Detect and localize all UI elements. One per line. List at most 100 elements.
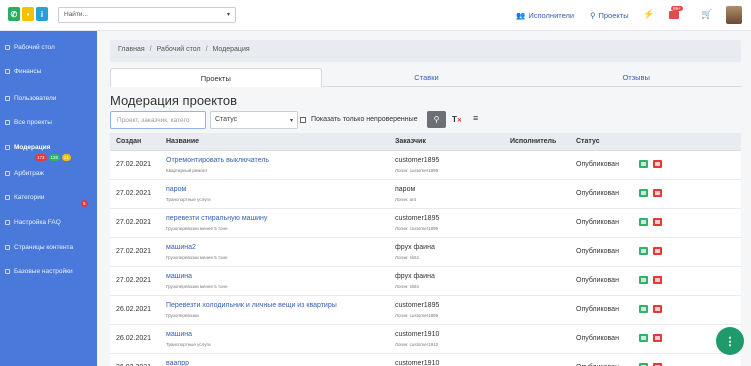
chevron-down-icon: ▾ <box>226 12 230 18</box>
row-category: Транспортные услуги <box>166 197 211 202</box>
sidebar-item-arbitrage[interactable]: Арбитраж <box>5 170 44 177</box>
row-customer: фрух фаина <box>395 244 435 251</box>
row-category: Транспортные услуги <box>166 342 211 347</box>
clear-filter-button[interactable]: T✕ <box>452 115 462 124</box>
phone-icon[interactable]: ✆ <box>8 7 20 21</box>
row-status: Опубликован <box>576 306 619 313</box>
sidebar-item-desktop[interactable]: Рабочий стол <box>5 44 55 51</box>
breadcrumb-home[interactable]: Главная <box>118 46 145 56</box>
arbitrage-icon <box>5 171 10 176</box>
global-search-select[interactable]: Найти... ▾ <box>58 7 236 23</box>
table-row: 27.02.2021 машина2 Грузоперевозки менее 5 … <box>110 238 741 267</box>
header-customer: Заказчик <box>395 138 426 145</box>
row-project-link[interactable]: машина <box>166 331 192 338</box>
row-date: 26.02.2021 <box>116 306 152 313</box>
cart-icon[interactable]: 🛒 <box>701 9 712 20</box>
sidebar-item-faq[interactable]: Настройка FAQ <box>5 219 61 226</box>
delete-icon[interactable] <box>653 218 662 226</box>
row-customer: customer1910 <box>395 331 440 338</box>
row-project-link[interactable]: машина2 <box>166 244 196 251</box>
row-project-link[interactable]: паром <box>166 186 186 193</box>
delete-icon[interactable] <box>653 276 662 284</box>
row-login: Логин: slst4 <box>395 284 419 289</box>
edit-icon[interactable] <box>639 334 648 342</box>
finance-icon <box>5 69 10 74</box>
sidebar-item-categories[interactable]: Категории <box>5 194 45 201</box>
delete-icon[interactable] <box>653 334 662 342</box>
bolt-icon[interactable]: ⚡ <box>643 9 654 20</box>
breadcrumb-separator: / <box>205 46 208 53</box>
mail-icon[interactable] <box>669 11 679 19</box>
chat-button[interactable]: ⋮ <box>716 327 744 355</box>
row-project-link[interactable]: Перевезти холодильник и личные вещи из к… <box>166 302 337 309</box>
row-date: 27.02.2021 <box>116 161 152 168</box>
breadcrumb-current: Модерация <box>212 46 250 53</box>
row-project-link[interactable]: перевезти стиральную машину <box>166 215 267 222</box>
delete-icon[interactable] <box>653 160 662 168</box>
edit-icon[interactable] <box>639 189 648 197</box>
categories-icon <box>5 195 10 200</box>
moderation-badge-projects: 173 <box>35 154 47 161</box>
sidebar-item-label: Модерация <box>14 144 51 151</box>
only-unchecked-label: Показать только непроверенные <box>311 116 418 123</box>
tab-bids[interactable]: Ставки <box>321 68 532 87</box>
projects-table: Создан Название Заказчик Исполнитель Ста… <box>110 133 741 366</box>
row-project-link[interactable]: Отремонтировать выключатель <box>166 157 269 164</box>
row-category: Грузоперевозки менее 5 тонн <box>166 226 228 231</box>
edit-icon[interactable] <box>639 305 648 313</box>
sidebar-item-base-settings[interactable]: Базовые настройки <box>5 268 73 275</box>
row-customer: customer1895 <box>395 302 440 309</box>
delete-icon[interactable] <box>653 305 662 313</box>
row-status: Опубликован <box>576 248 619 255</box>
row-customer: паром <box>395 186 416 193</box>
sidebar-item-label: Все проекты <box>14 119 52 126</box>
moderation-badge-bids: 126 <box>48 154 61 161</box>
tab-bar: Проекты Ставки Отзывы <box>110 68 742 87</box>
row-login: Логин: customer1895 <box>395 226 439 231</box>
only-unchecked-checkbox[interactable] <box>300 117 306 123</box>
tab-projects[interactable]: Проекты <box>110 68 322 87</box>
sidebar-item-users[interactable]: Пользователи <box>5 95 56 102</box>
row-category: Грузоперевозки менее 5 тонн <box>166 284 228 289</box>
delete-icon[interactable] <box>653 247 662 255</box>
note-icon[interactable]: ▪ <box>22 7 34 21</box>
page-title: Модерация проектов <box>110 93 238 108</box>
search-icon: ⚲ <box>433 115 440 124</box>
search-input[interactable]: Проект, заказчик, катего <box>110 111 206 129</box>
row-project-link[interactable]: ваапрр <box>166 360 189 366</box>
search-input-placeholder: Проект, заказчик, катего <box>117 117 190 124</box>
projects-link[interactable]: ⚲ Проекты <box>590 11 629 20</box>
moderation-icon <box>5 145 10 150</box>
sidebar-item-finance[interactable]: Финансы <box>5 68 41 75</box>
delete-icon[interactable] <box>653 189 662 197</box>
faq-icon <box>5 220 10 225</box>
chevron-down-icon: ▾ <box>289 118 293 124</box>
row-date: 27.02.2021 <box>116 248 152 255</box>
sidebar-item-all-projects[interactable]: Все проекты <box>5 119 52 126</box>
table-row: 26.02.2021ваапррГрузоперевозкиcustomer19… <box>110 354 741 366</box>
sidebar-item-label: Страницы контента <box>14 244 74 251</box>
edit-icon[interactable] <box>639 218 648 226</box>
row-login: Логин: customer1910 <box>395 342 439 347</box>
table-row: 26.02.2021 машина Транспортные услуги custo… <box>110 325 741 354</box>
search-icon: ⚲ <box>590 11 596 20</box>
executors-link[interactable]: 👥 Исполнители <box>516 11 574 20</box>
row-category: Грузоперевозки <box>166 313 199 318</box>
sidebar-item-content-pages[interactable]: Страницы контента <box>5 244 73 251</box>
breadcrumb-desktop[interactable]: Рабочий стол <box>157 46 201 56</box>
arbitrage-badge: 5 <box>81 200 88 207</box>
row-project-link[interactable]: машина <box>166 273 192 280</box>
avatar[interactable] <box>726 6 742 24</box>
gear-icon <box>5 269 10 274</box>
sidebar-item-moderation[interactable]: Модерация <box>5 144 50 151</box>
tab-reviews[interactable]: Отзывы <box>531 68 742 87</box>
row-date: 27.02.2021 <box>116 277 152 284</box>
edit-icon[interactable] <box>639 160 648 168</box>
status-select[interactable]: Статус ▾ <box>210 111 298 129</box>
moderation-badge-reviews: 21 <box>62 154 72 161</box>
info-icon[interactable]: i <box>36 7 48 21</box>
search-button[interactable]: ⚲ <box>427 111 446 128</box>
edit-icon[interactable] <box>639 247 648 255</box>
menu-icon[interactable]: ≡ <box>473 113 478 123</box>
edit-icon[interactable] <box>639 276 648 284</box>
